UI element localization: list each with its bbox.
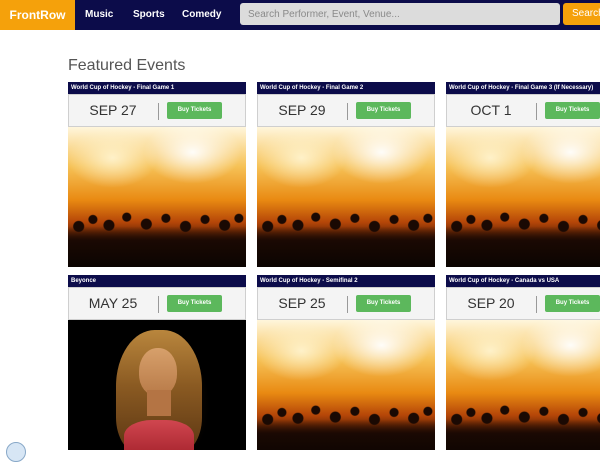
event-date: SEP 27 <box>89 102 137 118</box>
face <box>139 348 177 396</box>
search-button[interactable]: Search <box>563 3 600 25</box>
divider <box>536 103 537 120</box>
event-date-bar: SEP 25 Buy Tickets <box>257 287 435 320</box>
concert-crowd-image[interactable] <box>446 127 600 267</box>
divider <box>536 296 537 313</box>
nav-music[interactable]: Music <box>85 0 113 30</box>
top-navbar: FrontRow Music Sports Comedy Search <box>0 0 600 30</box>
event-date-bar: SEP 27 Buy Tickets <box>68 94 246 127</box>
nav-comedy[interactable]: Comedy <box>182 0 221 30</box>
search-input[interactable] <box>240 3 560 25</box>
event-card: World Cup of Hockey - Semifinal 2 SEP 25… <box>257 275 435 450</box>
event-card: World Cup of Hockey - Final Game 3 (If N… <box>446 82 600 267</box>
buy-tickets-button[interactable]: Buy Tickets <box>545 102 600 119</box>
event-title[interactable]: World Cup of Hockey - Semifinal 2 <box>257 275 435 287</box>
dress <box>124 420 194 450</box>
concert-crowd-image[interactable] <box>446 320 600 450</box>
event-date-bar: SEP 29 Buy Tickets <box>257 94 435 127</box>
event-title[interactable]: World Cup of Hockey - Final Game 2 <box>257 82 435 94</box>
divider <box>158 103 159 120</box>
divider <box>347 103 348 120</box>
buy-tickets-button[interactable]: Buy Tickets <box>545 295 600 312</box>
event-title[interactable]: Beyonce <box>68 275 246 287</box>
buy-tickets-button[interactable]: Buy Tickets <box>167 102 222 119</box>
section-title: Featured Events <box>68 57 186 74</box>
buy-tickets-button[interactable]: Buy Tickets <box>356 295 411 312</box>
event-date-bar: MAY 25 Buy Tickets <box>68 287 246 320</box>
event-date: SEP 29 <box>278 102 326 118</box>
concert-crowd-image[interactable] <box>68 127 246 267</box>
crowd-silhouette <box>257 402 435 450</box>
event-card: Beyonce MAY 25 Buy Tickets <box>68 275 246 450</box>
divider <box>347 296 348 313</box>
crowd-silhouette <box>446 209 600 267</box>
buy-tickets-button[interactable]: Buy Tickets <box>356 102 411 119</box>
event-title[interactable]: World Cup of Hockey - Final Game 3 (If N… <box>446 82 600 94</box>
event-date: SEP 20 <box>467 295 515 311</box>
event-title[interactable]: World Cup of Hockey - Canada vs USA <box>446 275 600 287</box>
event-date-bar: SEP 20 Buy Tickets <box>446 287 600 320</box>
crowd-silhouette <box>68 209 246 267</box>
performer-portrait-image[interactable] <box>68 320 246 450</box>
event-card: World Cup of Hockey - Final Game 1 SEP 2… <box>68 82 246 267</box>
event-title[interactable]: World Cup of Hockey - Final Game 1 <box>68 82 246 94</box>
neck <box>147 390 171 416</box>
event-date-bar: OCT 1 Buy Tickets <box>446 94 600 127</box>
buy-tickets-button[interactable]: Buy Tickets <box>167 295 222 312</box>
brand-logo[interactable]: FrontRow <box>0 0 75 30</box>
divider <box>158 296 159 313</box>
crowd-silhouette <box>257 209 435 267</box>
nav-sports[interactable]: Sports <box>133 0 165 30</box>
event-date: OCT 1 <box>470 102 512 118</box>
taskbar-globe-icon[interactable] <box>6 442 26 462</box>
event-card: World Cup of Hockey - Final Game 2 SEP 2… <box>257 82 435 267</box>
event-date: SEP 25 <box>278 295 326 311</box>
event-card: World Cup of Hockey - Canada vs USA SEP … <box>446 275 600 450</box>
crowd-silhouette <box>446 402 600 450</box>
concert-crowd-image[interactable] <box>257 127 435 267</box>
concert-crowd-image[interactable] <box>257 320 435 450</box>
event-date: MAY 25 <box>88 295 138 311</box>
